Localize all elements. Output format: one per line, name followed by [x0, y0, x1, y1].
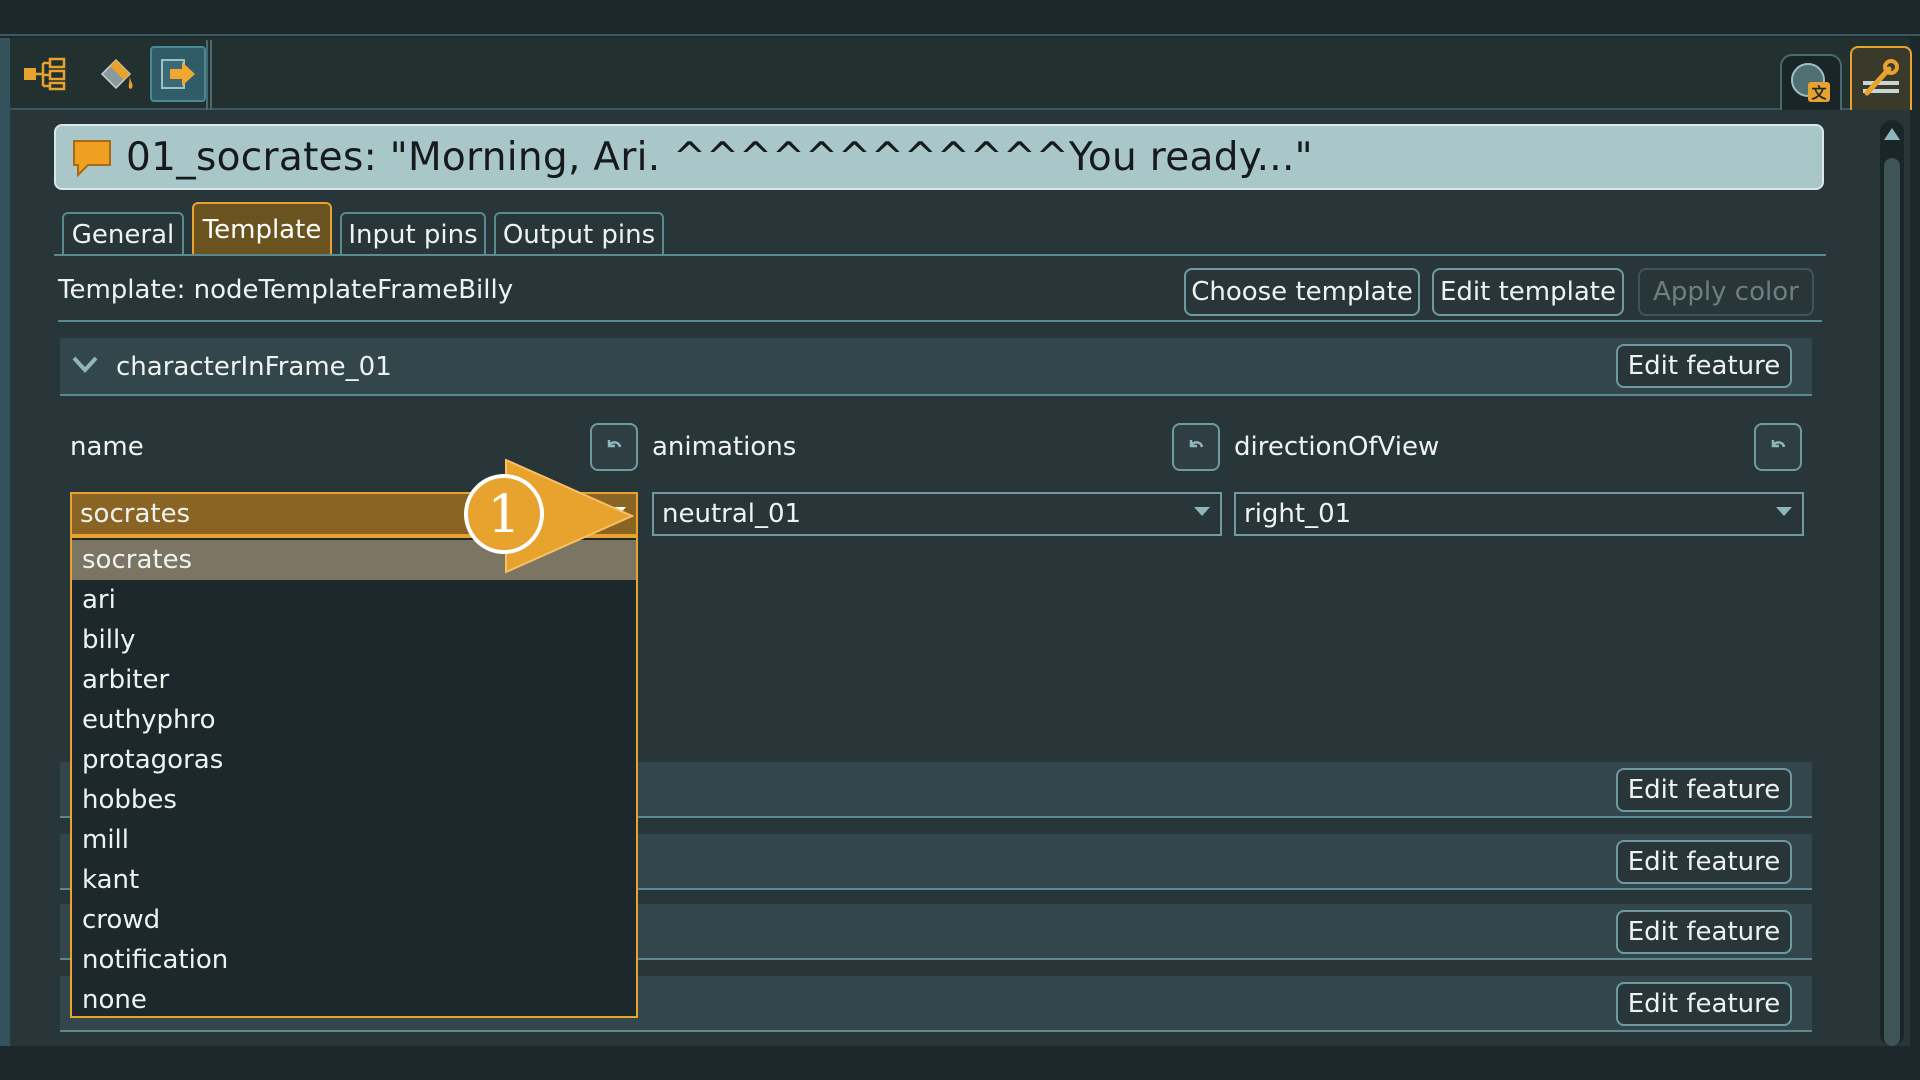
speech-bubble-icon	[73, 140, 111, 178]
edit-template-button[interactable]: Edit template	[1432, 268, 1624, 316]
dropdown-option[interactable]: billy	[72, 620, 636, 660]
reset-animations-button[interactable]	[1172, 423, 1220, 471]
direction-select[interactable]: right_01	[1234, 492, 1804, 536]
tabs-underline	[54, 254, 1826, 256]
reset-direction-button[interactable]	[1754, 423, 1802, 471]
undo-icon	[607, 440, 622, 448]
svg-text:文: 文	[1811, 84, 1827, 102]
toolbar	[10, 38, 1910, 110]
node-tree-button[interactable]	[16, 46, 72, 102]
direction-select-value: right_01	[1244, 499, 1352, 529]
export-button[interactable]	[150, 46, 206, 102]
scrollbar-thumb[interactable]	[1884, 158, 1900, 1046]
dropdown-option[interactable]: hobbes	[72, 780, 636, 820]
wrench-tools-icon	[1863, 59, 1899, 96]
dropdown-option[interactable]: euthyphro	[72, 700, 636, 740]
scroll-up-arrow-icon[interactable]	[1884, 128, 1900, 140]
tab-general[interactable]: General	[62, 212, 184, 256]
window-bottom-strip	[0, 1046, 1920, 1080]
window-left-border	[0, 38, 10, 1046]
tools-button[interactable]	[1850, 46, 1912, 110]
property-label-animations: animations	[652, 432, 797, 462]
node-title: 01_socrates: "Morning, Ari. ^^^^^^^^^^^^…	[126, 134, 1313, 180]
tab-input-pins-label: Input pins	[348, 220, 478, 250]
choose-template-button[interactable]: Choose template	[1184, 268, 1420, 316]
globe-translate-icon: 文	[1791, 63, 1830, 102]
translate-button[interactable]: 文	[1780, 54, 1842, 110]
animations-select-value: neutral_01	[662, 499, 802, 529]
name-select-value: socrates	[80, 499, 191, 529]
property-label-direction: directionOfView	[1234, 432, 1440, 462]
feature-title: characterInFrame_01	[116, 352, 392, 382]
edit-feature-button[interactable]: Edit feature	[1616, 982, 1792, 1026]
property-label-name: name	[70, 432, 144, 462]
dropdown-arrow-icon	[1194, 507, 1210, 516]
undo-icon	[1771, 440, 1786, 448]
callout-marker: 1	[464, 458, 634, 574]
node-tree-icon	[24, 57, 66, 91]
dropdown-option[interactable]: kant	[72, 860, 636, 900]
paint-bucket-icon	[100, 58, 133, 90]
template-label: Template: nodeTemplateFrameBilly	[58, 275, 514, 305]
tab-template[interactable]: Template	[192, 202, 332, 256]
edit-feature-button[interactable]: Edit feature	[1616, 910, 1792, 954]
undo-icon	[1189, 440, 1204, 448]
edit-feature-button[interactable]: Edit feature	[1616, 344, 1792, 388]
callout-number: 1	[487, 485, 520, 545]
paint-bucket-button[interactable]	[88, 46, 144, 102]
dropdown-option[interactable]: crowd	[72, 900, 636, 940]
template-separator	[58, 320, 1822, 322]
dropdown-option[interactable]: mill	[72, 820, 636, 860]
chevron-down-icon[interactable]	[72, 354, 98, 376]
export-arrow-icon	[161, 59, 195, 89]
tab-input-pins[interactable]: Input pins	[340, 212, 486, 256]
edit-feature-button[interactable]: Edit feature	[1616, 768, 1792, 812]
tab-output-pins[interactable]: Output pins	[494, 212, 664, 256]
toolbar-separator	[206, 40, 212, 110]
window-top-strip	[0, 0, 1920, 36]
dropdown-arrow-icon	[1776, 507, 1792, 516]
dropdown-option[interactable]: none	[72, 980, 636, 1020]
tab-template-label: Template	[202, 215, 322, 245]
name-dropdown-list: socrates ari billy arbiter euthyphro pro…	[70, 536, 638, 1018]
apply-color-button[interactable]: Apply color	[1638, 268, 1814, 316]
node-title-bar: 01_socrates: "Morning, Ari. ^^^^^^^^^^^^…	[54, 124, 1824, 190]
tab-output-pins-label: Output pins	[502, 220, 656, 250]
dropdown-option[interactable]: arbiter	[72, 660, 636, 700]
dropdown-option[interactable]: protagoras	[72, 740, 636, 780]
edit-feature-button[interactable]: Edit feature	[1616, 840, 1792, 884]
dropdown-option[interactable]: notification	[72, 940, 636, 980]
tab-general-label: General	[71, 220, 175, 250]
dropdown-option[interactable]: ari	[72, 580, 636, 620]
animations-select[interactable]: neutral_01	[652, 492, 1222, 536]
